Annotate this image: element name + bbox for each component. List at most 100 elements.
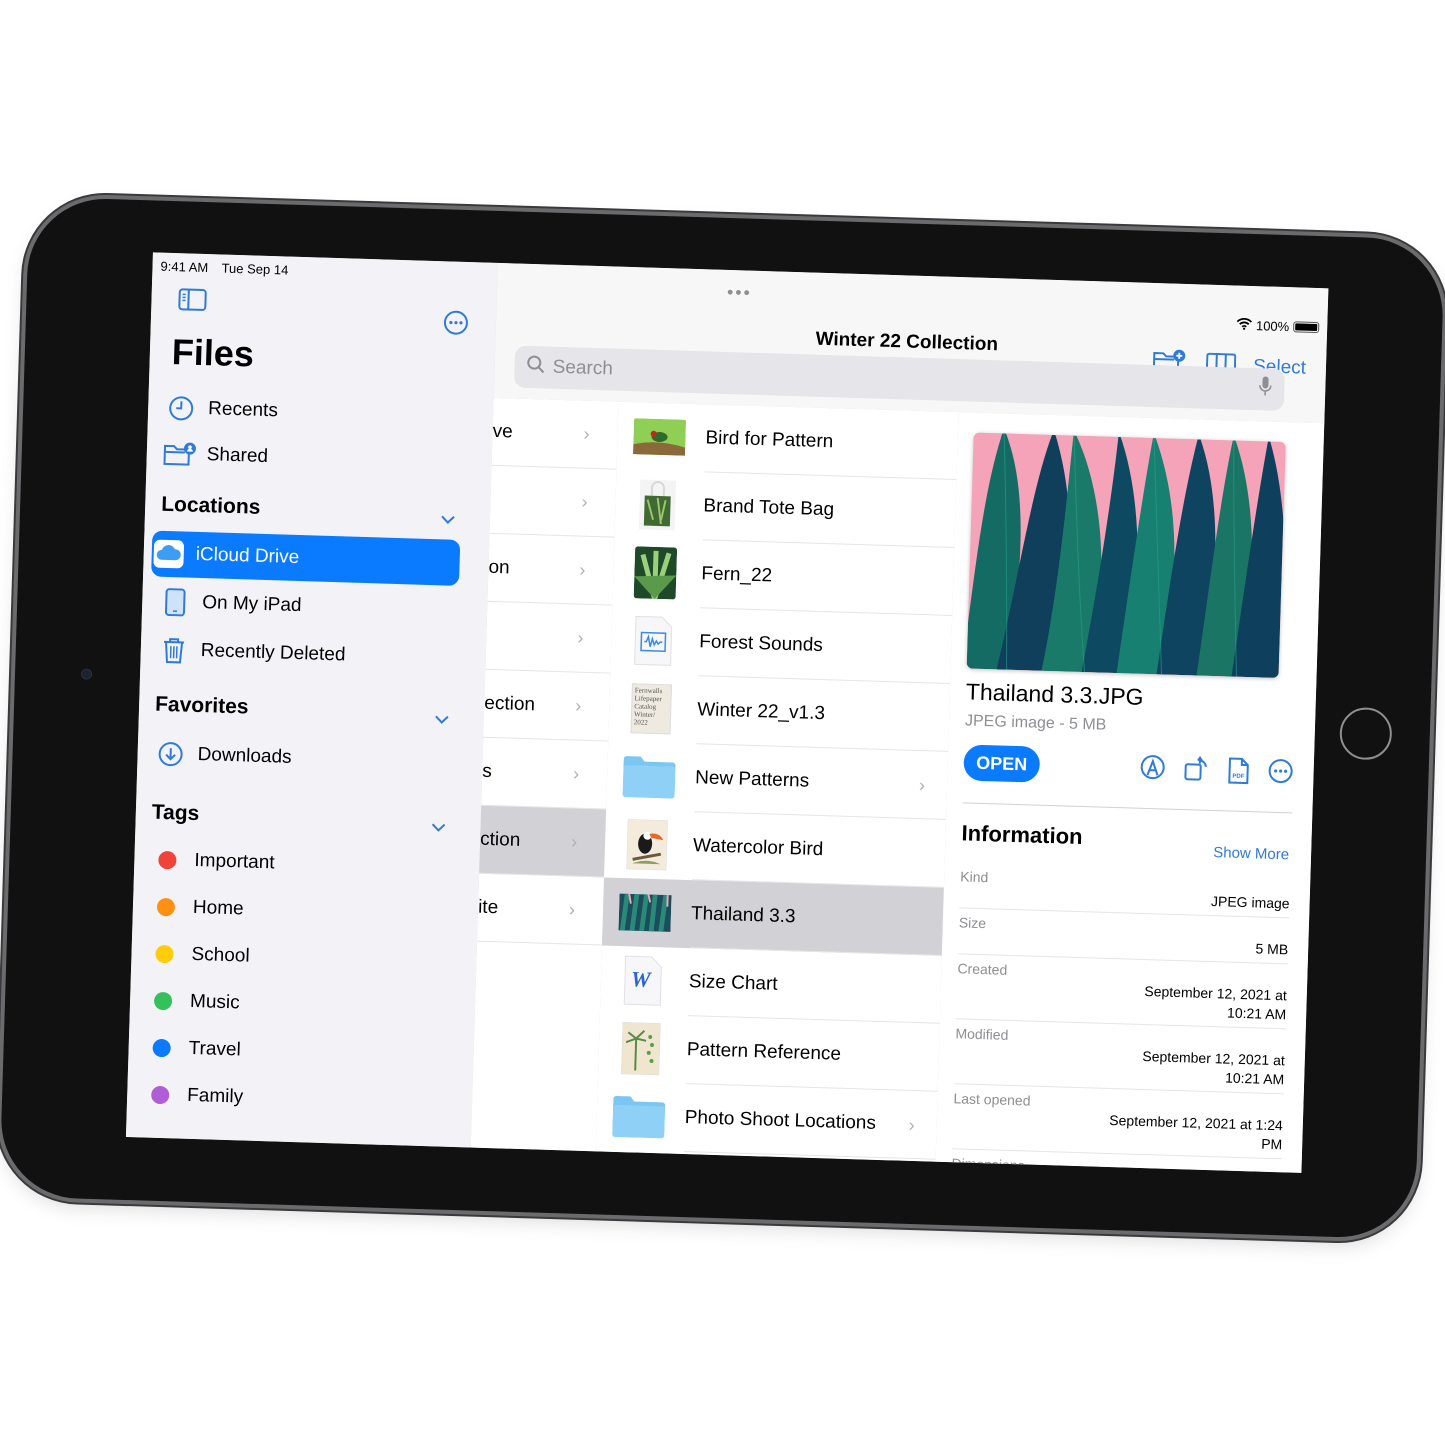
info-row-modified: Modified September 12, 2021 at 10:21 AM bbox=[953, 1019, 1286, 1095]
bird-photo-thumbnail bbox=[633, 413, 687, 461]
folder-icon bbox=[612, 1093, 666, 1141]
file-row-thailand-3-3[interactable]: Thailand 3.3 bbox=[601, 877, 944, 956]
file-row-bird-for-pattern[interactable]: Bird for Pattern bbox=[617, 402, 959, 480]
navigation-bar: ••• 100% Winter 22 Collection Select Sea… bbox=[493, 262, 1329, 425]
file-name: Forest Sounds bbox=[698, 631, 824, 657]
file-row-size-chart[interactable]: W Size Chart bbox=[600, 945, 942, 1023]
file-name: Photo Shoot Locations bbox=[684, 1107, 877, 1134]
sidebar-item-label: On My iPad bbox=[201, 592, 302, 617]
create-pdf-icon[interactable]: PDF bbox=[1227, 756, 1250, 790]
leaves-image-preview bbox=[966, 432, 1286, 678]
folder-row[interactable]: › bbox=[489, 465, 617, 538]
folder-icon bbox=[622, 753, 676, 801]
show-more-link[interactable]: Show More bbox=[1213, 844, 1289, 863]
folder-row[interactable]: s › bbox=[481, 737, 609, 810]
svg-text:PDF: PDF bbox=[1232, 774, 1245, 780]
chevron-right-icon: › bbox=[581, 491, 588, 512]
folder-row[interactable]: ite › bbox=[477, 873, 605, 946]
multitasking-grabber-icon[interactable]: ••• bbox=[727, 282, 753, 304]
tag-school[interactable]: School bbox=[147, 931, 458, 986]
favorites-chevron-down-icon[interactable] bbox=[434, 711, 450, 727]
sidebar-item-downloads[interactable]: Downloads bbox=[153, 731, 464, 786]
file-name: Bird for Pattern bbox=[705, 427, 834, 453]
file-title: Thailand 3.3.JPG bbox=[965, 678, 1144, 710]
ipad-device: 9:41 AM Tue Sep 14 Files Recents Shared … bbox=[0, 196, 1445, 1240]
tag-dot-purple-icon bbox=[150, 1085, 170, 1105]
file-row-watercolor-bird[interactable]: Watercolor Bird bbox=[604, 810, 946, 888]
markup-icon[interactable] bbox=[1139, 754, 1166, 788]
tote-bag-thumbnail bbox=[631, 479, 684, 531]
tag-dot-green-icon bbox=[153, 991, 173, 1011]
folder-row-label: s bbox=[481, 760, 493, 782]
tag-home[interactable]: Home bbox=[148, 884, 459, 939]
file-name: Winter 22_v1.3 bbox=[696, 699, 826, 725]
tag-label: School bbox=[191, 943, 250, 967]
info-key: Dimensions bbox=[951, 1155, 1025, 1173]
home-button[interactable] bbox=[1339, 706, 1393, 761]
file-name: Pattern Reference bbox=[686, 1039, 842, 1065]
chevron-right-icon: › bbox=[577, 627, 584, 648]
toucan-illustration-thumbnail bbox=[620, 819, 673, 871]
more-actions-icon[interactable] bbox=[1267, 758, 1294, 792]
file-row-photo-shoot-locations[interactable]: Photo Shoot Locations › bbox=[596, 1081, 938, 1159]
leaves-photo-thumbnail bbox=[618, 889, 672, 937]
clock-icon bbox=[164, 395, 199, 422]
tag-label: Home bbox=[192, 896, 244, 920]
tag-dot-blue-icon bbox=[152, 1038, 171, 1058]
files-title: Files bbox=[171, 331, 255, 375]
file-row-pattern-reference[interactable]: Pattern Reference bbox=[598, 1013, 940, 1091]
file-row-new-patterns[interactable]: New Patterns › bbox=[606, 742, 948, 820]
folder-row[interactable]: ection › bbox=[483, 669, 611, 742]
status-date: Tue Sep 14 bbox=[221, 260, 289, 278]
open-button[interactable]: OPEN bbox=[963, 744, 1041, 783]
tag-label: Family bbox=[186, 1084, 244, 1108]
sidebar-item-on-my-ipad[interactable]: On My iPad bbox=[158, 579, 469, 634]
quick-actions: PDF bbox=[1139, 754, 1294, 792]
icloud-icon bbox=[151, 539, 186, 570]
sidebar: 9:41 AM Tue Sep 14 Files Recents Shared … bbox=[125, 252, 499, 1148]
tag-family[interactable]: Family bbox=[143, 1072, 454, 1127]
battery-percent: 100% bbox=[1255, 318, 1290, 335]
more-options-icon[interactable] bbox=[442, 309, 469, 341]
search-placeholder: Search bbox=[552, 356, 614, 380]
info-value: 4,000 x 3,000 bbox=[951, 1171, 1281, 1173]
folder-title: Winter 22 Collection bbox=[815, 328, 999, 356]
tag-important[interactable]: Important bbox=[150, 837, 461, 892]
sidebar-item-icloud-drive[interactable]: iCloud Drive bbox=[151, 530, 461, 586]
tag-music[interactable]: Music bbox=[145, 978, 456, 1033]
file-name: Brand Tote Bag bbox=[703, 495, 835, 521]
tags-chevron-down-icon[interactable] bbox=[430, 819, 446, 835]
file-row-forest-sounds[interactable]: Forest Sounds bbox=[610, 606, 952, 684]
sidebar-item-recently-deleted[interactable]: Recently Deleted bbox=[156, 627, 467, 682]
image-preview[interactable] bbox=[966, 432, 1286, 678]
status-bar-left: 9:41 AM Tue Sep 14 bbox=[160, 259, 298, 278]
wifi-icon bbox=[1236, 318, 1252, 333]
microphone-icon[interactable] bbox=[1258, 375, 1273, 403]
folder-row-selected[interactable]: ction › bbox=[479, 805, 607, 878]
sidebar-item-label: Downloads bbox=[197, 744, 292, 768]
sidebar-item-label: iCloud Drive bbox=[195, 543, 300, 569]
front-camera bbox=[80, 668, 93, 680]
folder-row-label: ve bbox=[492, 420, 514, 442]
tag-travel[interactable]: Travel bbox=[144, 1025, 455, 1080]
locations-chevron-down-icon[interactable] bbox=[440, 511, 456, 527]
catalog-cover-text: Fernwalls Lifepaper Catalog Winter/ 2022 bbox=[630, 683, 673, 735]
screen: 9:41 AM Tue Sep 14 Files Recents Shared … bbox=[125, 252, 1329, 1173]
catalog-thumbnail: Fernwalls Lifepaper Catalog Winter/ 2022 bbox=[625, 683, 678, 735]
folder-row[interactable]: on › bbox=[487, 533, 615, 606]
file-row-winter-22-v1-3[interactable]: Fernwalls Lifepaper Catalog Winter/ 2022… bbox=[608, 674, 950, 752]
trash-icon bbox=[156, 636, 191, 665]
sidebar-item-shared[interactable]: Shared bbox=[162, 431, 473, 486]
file-list: Bird for Pattern Brand Tote Bag Fern_22 … bbox=[595, 401, 960, 1162]
info-row-created: Created September 12, 2021 at 10:21 AM bbox=[955, 954, 1288, 1030]
download-icon bbox=[153, 741, 188, 768]
file-row-fern-22[interactable]: Fern_22 bbox=[612, 538, 954, 616]
sidebar-item-label: Recently Deleted bbox=[200, 640, 346, 666]
file-row-brand-tote-bag[interactable]: Brand Tote Bag bbox=[614, 470, 956, 548]
battery-icon bbox=[1293, 321, 1320, 334]
rotate-icon[interactable] bbox=[1183, 755, 1210, 789]
file-subtitle: JPEG image - 5 MB bbox=[964, 712, 1107, 734]
folder-row[interactable]: › bbox=[485, 601, 613, 674]
folder-row[interactable]: ve › bbox=[491, 397, 619, 470]
sidebar-toggle-icon[interactable] bbox=[177, 287, 208, 317]
